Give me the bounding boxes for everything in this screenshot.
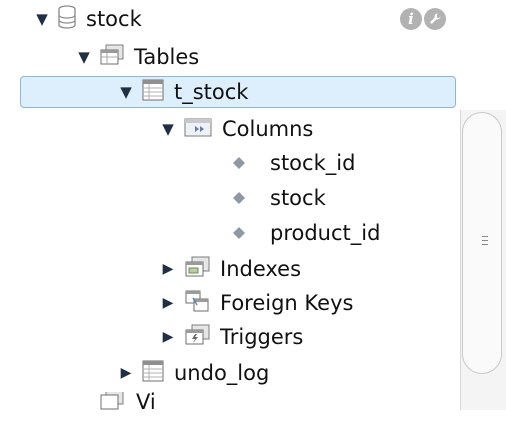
schema-action-icons: i xyxy=(400,8,446,30)
table-icon xyxy=(142,79,164,106)
column-name: product_id xyxy=(270,220,381,245)
column-diamond-icon xyxy=(232,151,246,175)
tree-node-triggers[interactable]: ▶ Triggers xyxy=(160,320,303,354)
triggers-label: Triggers xyxy=(220,324,304,349)
tree-node-tables[interactable]: ▼ Tables xyxy=(76,40,199,74)
database-icon xyxy=(58,4,76,34)
column-name: stock xyxy=(270,185,326,210)
tree-node-columns[interactable]: ▼ Columns xyxy=(160,112,313,146)
column-name: stock_id xyxy=(270,150,356,175)
table-icon xyxy=(142,360,164,387)
columns-folder-icon xyxy=(184,117,212,142)
collapse-toggle-icon[interactable]: ▶ xyxy=(160,261,176,277)
wrench-icon[interactable] xyxy=(424,8,446,30)
views-label: Vi xyxy=(136,392,156,412)
tree-node-column[interactable]: product_id xyxy=(232,216,380,250)
tree-node-schema[interactable]: ▼ stock xyxy=(34,2,142,36)
tree-node-table-undo-log[interactable]: ▶ undo_log xyxy=(118,356,269,390)
tables-group-icon xyxy=(100,44,124,71)
indexes-icon xyxy=(184,256,210,283)
expand-toggle-icon[interactable]: ▼ xyxy=(34,10,50,28)
foreign-keys-icon xyxy=(184,290,210,317)
views-group-icon xyxy=(100,392,124,412)
info-icon[interactable]: i xyxy=(400,8,422,30)
column-diamond-icon xyxy=(232,186,246,210)
schema-tree: i ▼ stock ▼ Tables ▼ t_stock ▼ Columns s… xyxy=(0,0,506,424)
indexes-label: Indexes xyxy=(220,256,302,281)
collapse-toggle-icon[interactable]: ▶ xyxy=(160,329,176,345)
tree-node-column[interactable]: stock xyxy=(232,181,326,215)
scrollbar-grip-icon xyxy=(482,236,488,246)
column-diamond-icon xyxy=(232,221,246,245)
collapse-toggle-icon[interactable]: ▶ xyxy=(160,295,176,311)
table-label: t_stock xyxy=(174,79,249,104)
triggers-icon xyxy=(184,324,210,351)
schema-label: stock xyxy=(86,6,142,31)
columns-label: Columns xyxy=(222,116,314,141)
foreign-keys-label: Foreign Keys xyxy=(220,290,354,315)
tree-node-table-t-stock[interactable]: ▼ t_stock xyxy=(118,75,248,109)
tree-node-foreign-keys[interactable]: ▶ Foreign Keys xyxy=(160,286,353,320)
expand-toggle-icon[interactable]: ▼ xyxy=(76,48,92,66)
expand-toggle-icon[interactable]: ▼ xyxy=(118,83,134,101)
expand-toggle-icon[interactable]: ▼ xyxy=(160,120,176,138)
table-label: undo_log xyxy=(174,360,270,385)
tree-node-indexes[interactable]: ▶ Indexes xyxy=(160,252,301,286)
tables-label: Tables xyxy=(134,44,200,69)
collapse-toggle-icon[interactable]: ▶ xyxy=(118,365,134,381)
tree-node-column[interactable]: stock_id xyxy=(232,146,355,180)
tree-node-views[interactable]: Vi xyxy=(100,392,156,412)
